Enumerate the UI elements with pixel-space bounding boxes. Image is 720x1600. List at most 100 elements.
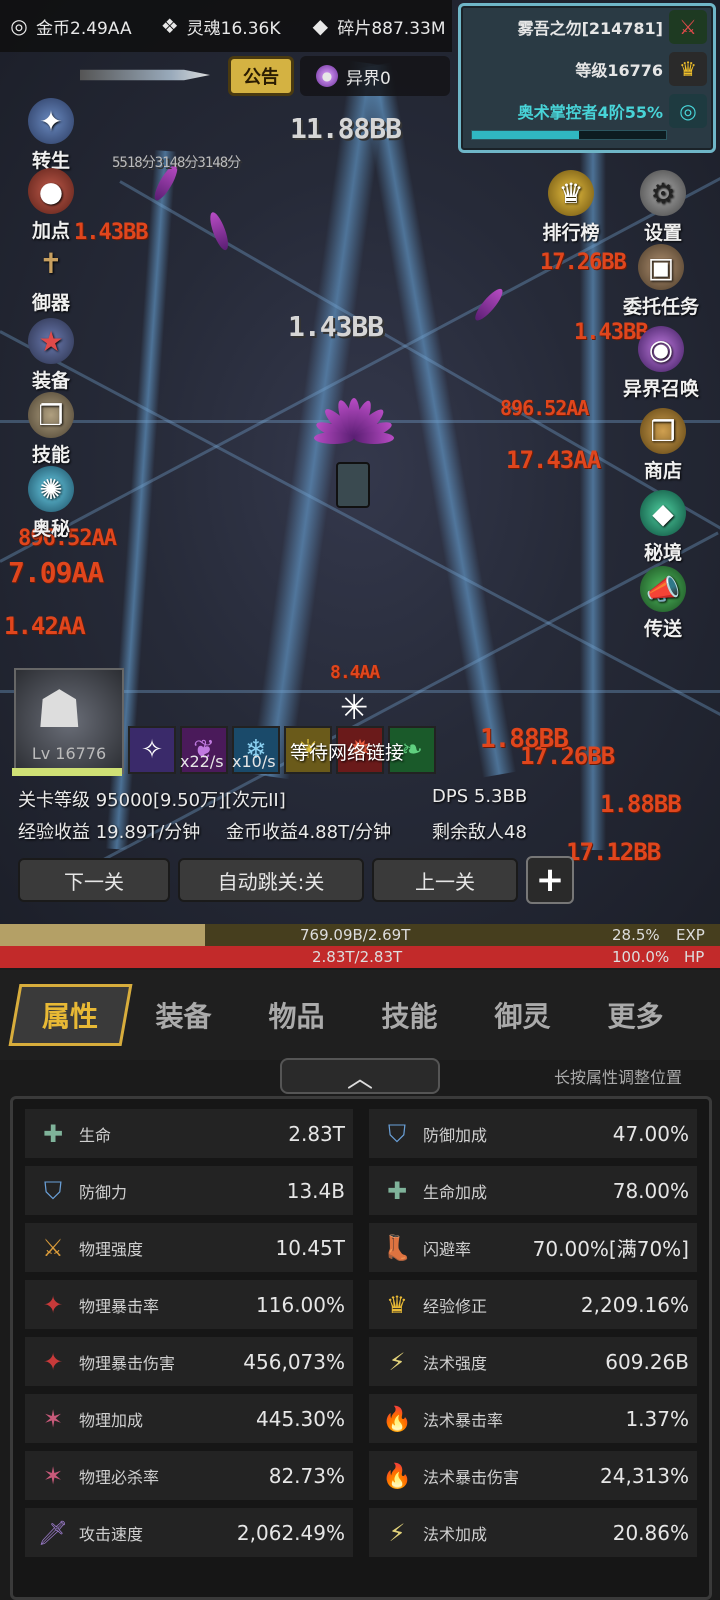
menu-commission[interactable]: ▣ 委托任务 — [606, 244, 716, 319]
damage-number: 5518分3148分3148分 — [112, 155, 241, 171]
attribute-row[interactable]: ✶ 物理必杀率 82.73% — [25, 1451, 353, 1500]
tab-items[interactable]: 物品 — [240, 984, 353, 1046]
prev-stage-button[interactable]: 上一关 — [372, 858, 518, 902]
skill-slot-1[interactable]: ✧ — [128, 726, 176, 774]
menu-leaderboard[interactable]: ♛ 排行榜 — [516, 170, 626, 245]
exp-bar: 769.09B/2.69T 28.5% EXP — [0, 924, 720, 946]
attribute-row[interactable]: ✦ 物理暴击伤害 456,073% — [25, 1337, 353, 1386]
megaphone-icon: 📣 — [640, 566, 686, 612]
menu-shop[interactable]: ❒ 商店 — [620, 408, 706, 483]
attribute-row[interactable]: ✚ 生命加成 78.00% — [369, 1166, 697, 1215]
attribute-value: 1.37% — [625, 1406, 689, 1431]
menu-arcana[interactable]: ✺ 奥秘 — [8, 466, 94, 541]
shield-icon: ⛉ — [388, 1119, 406, 1148]
crown-icon[interactable]: ♛ — [669, 52, 707, 86]
player-level: 等级16776 — [575, 61, 663, 80]
soul-value: 灵魂16.36K — [186, 18, 281, 39]
attribute-value: 20.86% — [612, 1520, 689, 1545]
realm-icon: ● — [316, 65, 338, 87]
attribute-row[interactable]: ✚ 生命 2.83T — [25, 1109, 353, 1158]
main-tabs: 属性 装备 物品 技能 御灵 更多 — [0, 970, 720, 1060]
tab-attributes[interactable]: 属性 — [8, 984, 133, 1046]
bag-icon: ❒ — [640, 408, 686, 454]
tab-spirits[interactable]: 御灵 — [466, 984, 579, 1046]
realm-button[interactable]: ● 异界0 — [300, 56, 450, 96]
menu-secret-realm[interactable]: ◆ 秘境 — [620, 490, 706, 565]
attribute-row[interactable]: ⛉ 防御加成 47.00% — [369, 1109, 697, 1158]
attribute-value: 82.73% — [268, 1463, 345, 1488]
attribute-row[interactable]: 🔥 法术暴击率 1.37% — [369, 1394, 697, 1443]
attribute-row[interactable]: 🔥 法术暴击伤害 24,313% — [369, 1451, 697, 1500]
attribute-row[interactable]: ⚔ 物理强度 10.45T — [25, 1223, 353, 1272]
attribute-name: 防御加成 — [423, 1125, 488, 1145]
burst-icon: ✶ — [42, 1404, 64, 1433]
plus-button[interactable]: + — [526, 856, 574, 904]
attribute-value: 2,062.49% — [236, 1520, 345, 1545]
attribute-row[interactable]: ♛ 经验修正 2,209.16% — [369, 1280, 697, 1329]
attribute-value: 456,073% — [243, 1349, 345, 1374]
hp-bar: 2.83T/2.83T 100.0% HP — [0, 946, 720, 968]
damage-number: 8.4AA — [330, 662, 380, 683]
gold-value: 金币2.49AA — [36, 18, 132, 39]
exp-percent: 28.5% — [612, 926, 660, 944]
menu-artifact[interactable]: ✝ 御器 — [8, 240, 94, 315]
attribute-name: 法术加成 — [423, 1524, 488, 1544]
mastery-label: 奥术掌控者4阶55% — [517, 103, 663, 122]
collapse-button[interactable]: ︿ — [280, 1058, 440, 1094]
player-name-row: 雾吾之勿[214781] ⚔ — [461, 6, 713, 48]
attribute-value: 13.4B — [286, 1178, 345, 1203]
attribute-name: 经验修正 — [423, 1296, 488, 1316]
attribute-name: 物理暴击率 — [79, 1296, 160, 1316]
player-panel: 雾吾之勿[214781] ⚔ 等级16776 ♛ 奥术掌控者4阶55% ◎ — [458, 3, 716, 153]
attribute-value: 2,209.16% — [580, 1292, 689, 1317]
next-stage-button[interactable]: 下一关 — [18, 858, 170, 902]
vortex-icon: ✺ — [28, 466, 74, 512]
attribute-name: 攻击速度 — [79, 1524, 144, 1544]
attribute-row[interactable]: ✦ 物理暴击率 116.00% — [25, 1280, 353, 1329]
attribute-row[interactable]: ⚡ 法术强度 609.26B — [369, 1337, 697, 1386]
flame-icon: 🔥 — [382, 1404, 412, 1433]
tab-more[interactable]: 更多 — [579, 984, 692, 1046]
menu-equipment[interactable]: ★ 装备 — [8, 318, 94, 393]
rebirth-icon: ✦ — [28, 98, 74, 144]
network-status: 等待网络链接 — [290, 742, 405, 764]
menu-add-points[interactable]: ● 加点 — [8, 168, 94, 243]
spiral-icon[interactable]: ◎ — [669, 94, 707, 128]
menu-summon[interactable]: ◉ 异界召唤 — [606, 326, 716, 401]
attribute-row[interactable]: 🗡 攻击速度 2,062.49% — [25, 1508, 353, 1557]
menu-label: 技能 — [31, 444, 70, 466]
tab-label: 更多 — [607, 1000, 664, 1033]
tab-skills[interactable]: 技能 — [353, 984, 466, 1046]
menu-teleport[interactable]: 📣 传送 — [620, 566, 706, 641]
player-mastery-row: 奥术掌控者4阶55% ◎ — [461, 90, 713, 132]
button-label: 上一关 — [415, 869, 475, 894]
notice-button[interactable]: 公告 — [228, 56, 294, 96]
auto-skip-button[interactable]: 自动跳关:关 — [178, 858, 364, 902]
lightning-icon: ⚡ — [388, 1347, 406, 1376]
notice-label: 公告 — [243, 67, 279, 88]
tab-equipment[interactable]: 装备 — [127, 984, 240, 1046]
boss-level: Lv 16776 — [31, 744, 107, 763]
menu-settings[interactable]: ⚙ 设置 — [620, 170, 706, 245]
menu-label: 奥秘 — [31, 518, 70, 540]
coin-icon: ◎ — [10, 14, 28, 38]
dps-value: DPS 5.3BB — [432, 786, 528, 807]
swords-icon[interactable]: ⚔ — [669, 10, 707, 44]
attribute-row[interactable]: ✶ 物理加成 445.30% — [25, 1394, 353, 1443]
attribute-name: 闪避率 — [423, 1239, 472, 1259]
attribute-row[interactable]: ⚡ 法术加成 20.86% — [369, 1508, 697, 1557]
tab-label: 技能 — [381, 1000, 438, 1033]
enemies-left: 剩余敌人48 — [432, 822, 527, 843]
menu-rebirth[interactable]: ✦ 转生 — [8, 98, 94, 173]
attribute-row[interactable]: 👢 闪避率 70.00%[满70%] — [369, 1223, 697, 1272]
menu-skills[interactable]: ❐ 技能 — [8, 392, 94, 467]
meat-icon: ● — [28, 168, 74, 214]
attribute-row[interactable]: ⛉ 防御力 13.4B — [25, 1166, 353, 1215]
skill-rate-2: x10/s — [232, 752, 276, 771]
menu-label: 传送 — [643, 618, 682, 640]
player-name: 雾吾之勿[214781] — [517, 19, 663, 38]
crit-icon: ✦ — [42, 1347, 64, 1376]
boot-icon: 👢 — [382, 1233, 412, 1262]
crown-icon: ♛ — [386, 1290, 408, 1319]
scroll-icon: ❐ — [28, 392, 74, 438]
